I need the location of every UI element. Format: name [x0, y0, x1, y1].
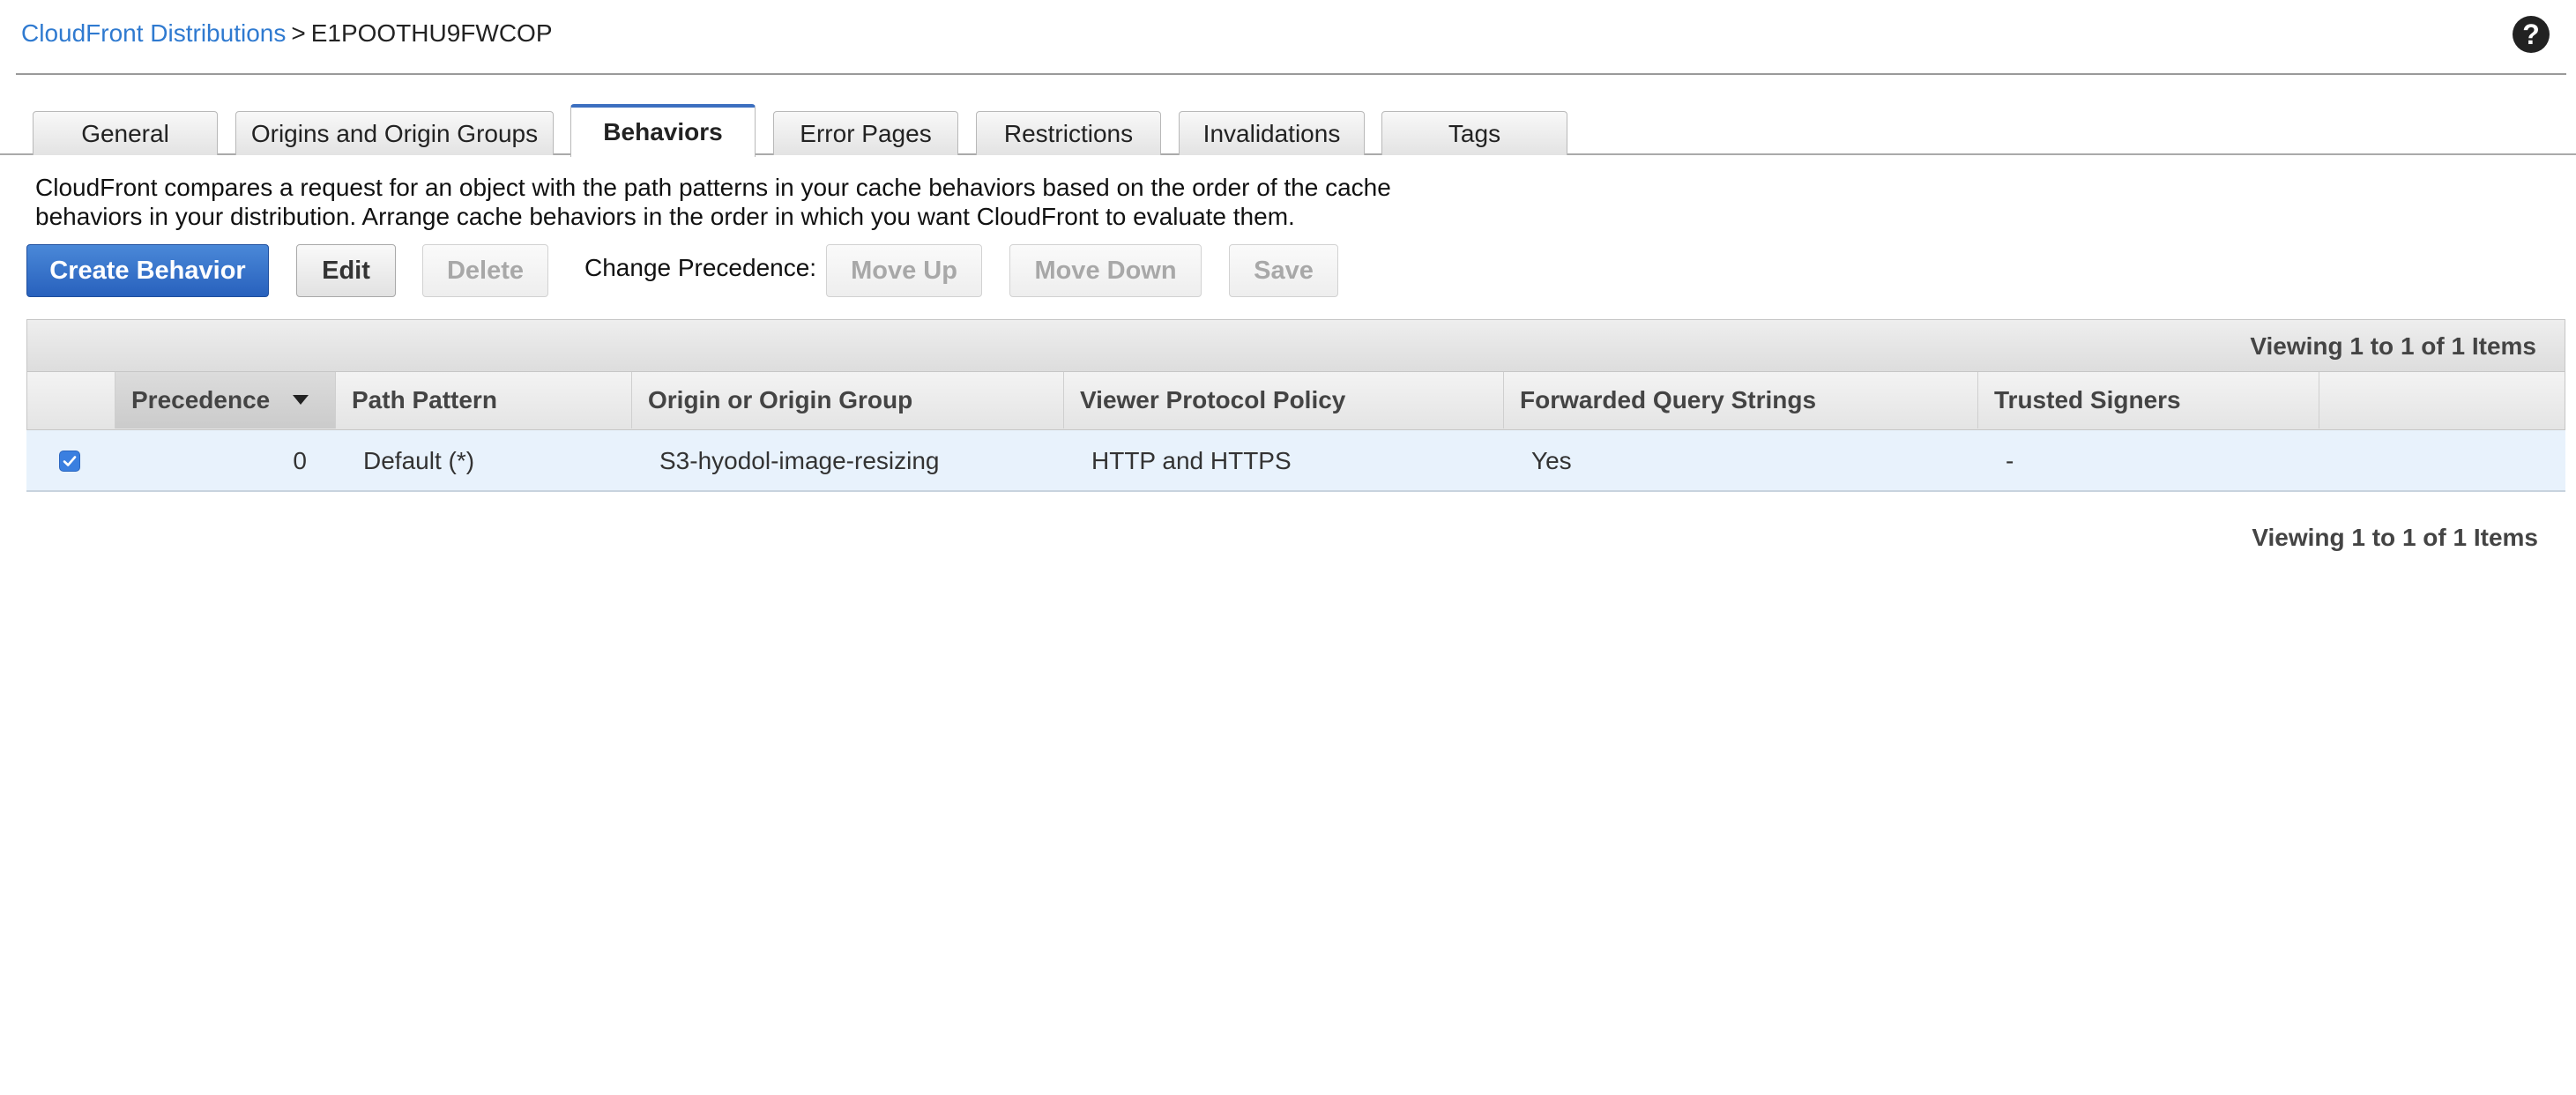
header-path-pattern[interactable]: Path Pattern	[336, 372, 632, 428]
table-header-row: Precedence Path Pattern Origin or Origin…	[26, 372, 2565, 430]
cell-viewer-protocol-policy: HTTP and HTTPS	[1091, 447, 1292, 474]
header-viewer-protocol-policy[interactable]: Viewer Protocol Policy	[1064, 372, 1504, 428]
tab-restrictions[interactable]: Restrictions	[976, 111, 1161, 155]
cell-forwarded-query-strings: Yes	[1531, 447, 1572, 474]
move-down-button[interactable]: Move Down	[1009, 244, 1202, 297]
header-origin[interactable]: Origin or Origin Group	[632, 372, 1064, 428]
tab-origins[interactable]: Origins and Origin Groups	[235, 111, 554, 155]
tab-error-pages[interactable]: Error Pages	[773, 111, 958, 155]
help-icon[interactable]: ?	[2513, 16, 2550, 53]
table-pagination-bar: Viewing 1 to 1 of 1 Items	[26, 319, 2565, 372]
tab-general[interactable]: General	[33, 111, 218, 155]
edit-button[interactable]: Edit	[296, 244, 396, 297]
tab-tags[interactable]: Tags	[1381, 111, 1567, 155]
behaviors-description: CloudFront compares a request for an obj…	[35, 174, 1391, 230]
breadcrumb-current: E1POOTHU9FWCOP	[310, 19, 553, 47]
cell-trusted-signers: -	[2006, 447, 2014, 474]
header-precedence[interactable]: Precedence	[115, 372, 336, 428]
cell-path-pattern: Default (*)	[363, 447, 475, 474]
header-select	[27, 372, 115, 428]
cell-origin: S3-hyodol-image-resizing	[659, 447, 940, 474]
table-row[interactable]: 0 Default (*) S3-hyodol-image-resizing H…	[26, 430, 2565, 492]
breadcrumb-separator: >	[291, 19, 306, 47]
change-precedence-label: Change Precedence:	[584, 254, 817, 281]
delete-button[interactable]: Delete	[422, 244, 548, 297]
viewing-count-top: Viewing 1 to 1 of 1 Items	[2250, 332, 2536, 360]
checkmark-icon	[63, 456, 77, 466]
move-up-button[interactable]: Move Up	[826, 244, 982, 297]
header-trusted-signers[interactable]: Trusted Signers	[1978, 372, 2319, 428]
viewing-count-bottom: Viewing 1 to 1 of 1 Items	[2252, 524, 2538, 551]
header-forwarded-query-strings[interactable]: Forwarded Query Strings	[1504, 372, 1978, 428]
header-precedence-label: Precedence	[131, 386, 271, 413]
tab-behaviors[interactable]: Behaviors	[570, 104, 756, 157]
cell-precedence: 0	[293, 447, 307, 474]
sort-descending-icon[interactable]	[293, 395, 309, 405]
create-behavior-button[interactable]: Create Behavior	[26, 244, 269, 297]
row-select-checkbox[interactable]	[59, 451, 80, 472]
save-button[interactable]: Save	[1229, 244, 1338, 297]
header-divider	[16, 73, 2566, 75]
breadcrumb: CloudFront Distributions > E1POOTHU9FWCOP	[21, 18, 553, 49]
tab-invalidations[interactable]: Invalidations	[1179, 111, 1365, 155]
breadcrumb-link-distributions[interactable]: CloudFront Distributions	[21, 19, 286, 47]
